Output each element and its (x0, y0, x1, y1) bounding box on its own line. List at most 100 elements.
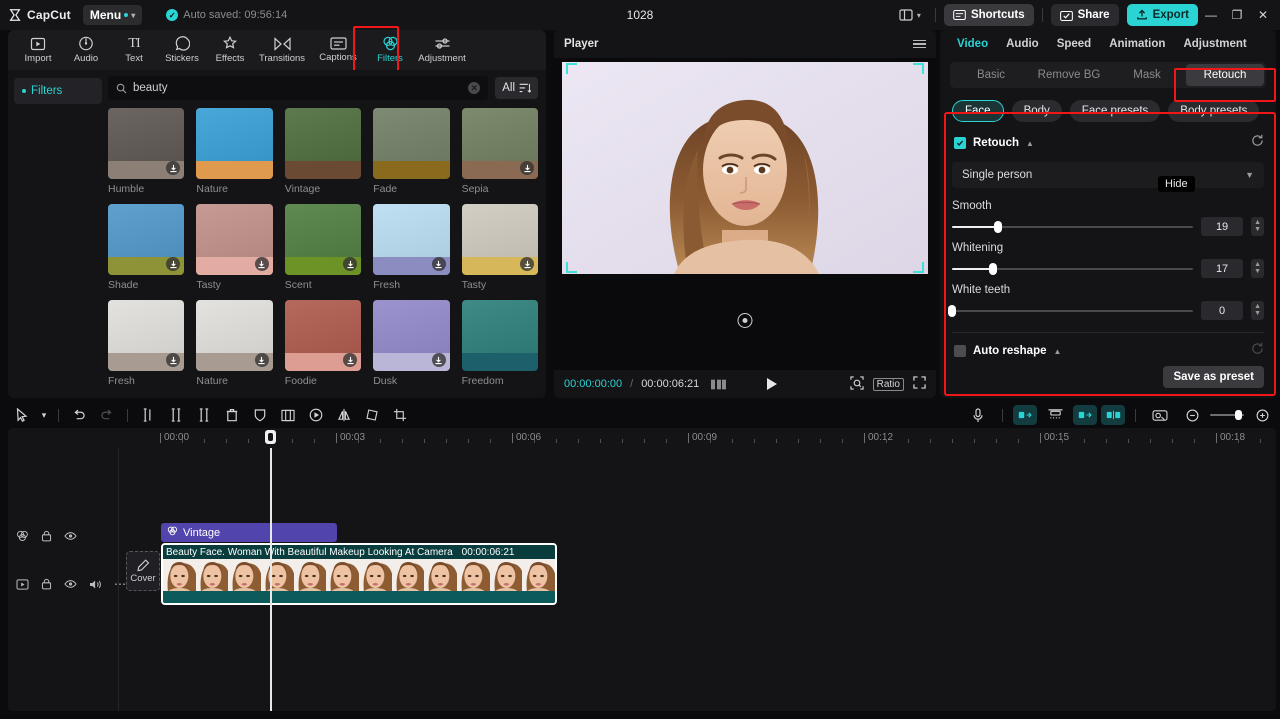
fullscreen-icon[interactable] (913, 376, 926, 392)
segment-remove-bg[interactable]: Remove BG (1030, 64, 1108, 86)
zoom-slider-knob[interactable] (1235, 410, 1242, 420)
clear-search-icon[interactable]: ✕ (468, 82, 481, 94)
chevron-up-icon[interactable]: ▲ (1054, 347, 1062, 356)
crop-handle-bottom-right[interactable] (913, 262, 924, 273)
frame-list-icon[interactable] (711, 378, 727, 390)
download-icon[interactable] (431, 353, 446, 367)
auto-align-icon[interactable] (1041, 403, 1069, 427)
zoom-in-icon[interactable] (1248, 403, 1276, 427)
download-icon[interactable] (520, 161, 534, 175)
slider-track[interactable] (952, 262, 1194, 275)
filter-thumbnail[interactable] (373, 108, 450, 179)
slider-knob[interactable] (988, 262, 997, 275)
volume-icon[interactable] (89, 579, 102, 590)
nav-item-import[interactable]: Import (14, 30, 62, 70)
microphone-icon[interactable] (964, 403, 992, 427)
play-button[interactable] (766, 378, 777, 390)
reset-retouch-icon[interactable] (1251, 134, 1264, 152)
nav-item-filters[interactable]: Filters (366, 30, 414, 70)
reset-auto-reshape-icon[interactable] (1251, 342, 1264, 360)
segment-basic[interactable]: Basic (952, 64, 1030, 86)
slider-value[interactable]: 19 (1201, 217, 1244, 236)
mirror-icon[interactable] (330, 403, 358, 427)
eye-icon[interactable] (64, 531, 77, 541)
crop-handle-bottom-left[interactable] (566, 262, 577, 273)
delete-icon[interactable] (218, 403, 246, 427)
nav-item-audio[interactable]: Audio (62, 30, 110, 70)
shortcuts-button[interactable]: Shortcuts (943, 4, 1034, 26)
filter-cell[interactable]: Sepia (461, 108, 538, 195)
maximize-button[interactable]: ❐ (1224, 0, 1250, 30)
download-icon[interactable] (254, 257, 269, 271)
eye-icon[interactable] (64, 579, 77, 589)
magnifier-icon[interactable] (849, 375, 864, 393)
filter-cell[interactable]: Fresh (108, 300, 185, 387)
slider-value[interactable]: 17 (1201, 259, 1244, 278)
filter-thumbnail[interactable] (284, 300, 362, 371)
filter-cell[interactable]: Fresh (373, 204, 450, 291)
nav-item-effects[interactable]: Effects (206, 30, 254, 70)
keyframe-preview-icon[interactable] (1146, 403, 1174, 427)
reset-transform-icon[interactable] (737, 313, 753, 328)
filter-thumbnail[interactable] (108, 108, 185, 179)
mask-icon[interactable] (246, 403, 274, 427)
filter-cell[interactable]: Tasty (461, 204, 538, 291)
slider-stepper[interactable]: ▲ ▼ (1251, 301, 1264, 320)
filter-thumbnail[interactable] (373, 204, 450, 275)
timeline-ruler[interactable]: 00:00 00:03 00:06 00:09 00:12 00:15 00:18 (8, 428, 1276, 448)
person-mode-select[interactable]: Single person ▼ (952, 162, 1264, 188)
split-view-icon[interactable] (1101, 405, 1125, 425)
timeline-panel[interactable]: 00:00 00:03 00:06 00:09 00:12 00:15 00:18 (8, 428, 1276, 711)
filter-thumbnail[interactable] (284, 204, 362, 275)
slider-knob[interactable] (948, 304, 956, 317)
crop-icon[interactable] (386, 403, 414, 427)
nav-item-transitions[interactable]: Transitions (254, 30, 310, 70)
tab-animation[interactable]: Animation (1100, 38, 1174, 50)
filter-cell[interactable]: Foodie (284, 300, 362, 387)
filter-cell[interactable]: Humble (108, 108, 185, 195)
share-button[interactable]: Share (1050, 4, 1119, 26)
filter-thumbnail[interactable] (373, 300, 450, 371)
export-button[interactable]: Export (1126, 4, 1198, 26)
filter-sort-button[interactable]: All (495, 77, 538, 99)
filter-thumbnail[interactable] (108, 204, 185, 275)
reverse-icon[interactable] (302, 403, 330, 427)
player-menu-icon[interactable] (913, 39, 926, 49)
trim-right-icon[interactable] (190, 403, 218, 427)
chip-face-presets[interactable]: Face presets (1069, 100, 1161, 122)
filter-cell[interactable]: Freedom (461, 300, 538, 387)
select-tool-dropdown-icon[interactable]: ▾ (36, 403, 52, 427)
filter-cell[interactable]: Dusk (373, 300, 450, 387)
filter-cell[interactable]: Scent (284, 204, 362, 291)
playhead-handle[interactable] (265, 430, 276, 444)
lock-icon[interactable] (41, 578, 52, 590)
timeline-tracks[interactable]: Vintage Cover Beauty Face. Woman With Be… (118, 430, 1276, 711)
filter-thumbnail[interactable] (196, 108, 273, 179)
tab-adjustment[interactable]: Adjustment (1174, 38, 1255, 50)
nav-item-text[interactable]: TI Text (110, 30, 158, 70)
freeze-frame-icon[interactable] (274, 403, 302, 427)
slider-stepper[interactable]: ▲ ▼ (1251, 259, 1264, 278)
slider-knob[interactable] (993, 220, 1002, 233)
segment-mask[interactable]: Mask (1108, 64, 1186, 86)
menu-button[interactable]: Menu ▾ (82, 5, 143, 25)
chip-body[interactable]: Body (1011, 100, 1062, 122)
download-icon[interactable] (520, 257, 534, 271)
player-stage[interactable] (554, 58, 936, 370)
tab-video[interactable]: Video (948, 38, 997, 50)
segment-retouch[interactable]: Retouch (1186, 64, 1264, 86)
search-input[interactable]: beauty ✕ (108, 76, 489, 100)
save-as-preset-button[interactable]: Save as preset (1163, 366, 1264, 388)
crop-handle-top-right[interactable] (913, 63, 924, 74)
layout-switch-button[interactable]: ▾ (893, 6, 927, 24)
minimize-button[interactable]: — (1198, 0, 1224, 30)
filter-thumbnail[interactable] (108, 300, 185, 371)
crop-handle-top-left[interactable] (566, 63, 577, 74)
filter-cell[interactable]: Vintage (284, 108, 362, 195)
link-clips-icon[interactable] (1073, 405, 1097, 425)
auto-reshape-checkbox[interactable] (954, 345, 966, 357)
split-icon[interactable] (134, 403, 162, 427)
filter-thumbnail[interactable] (461, 108, 538, 179)
lock-icon[interactable] (41, 530, 52, 542)
nav-item-adjustment[interactable]: Adjustment (414, 30, 470, 70)
